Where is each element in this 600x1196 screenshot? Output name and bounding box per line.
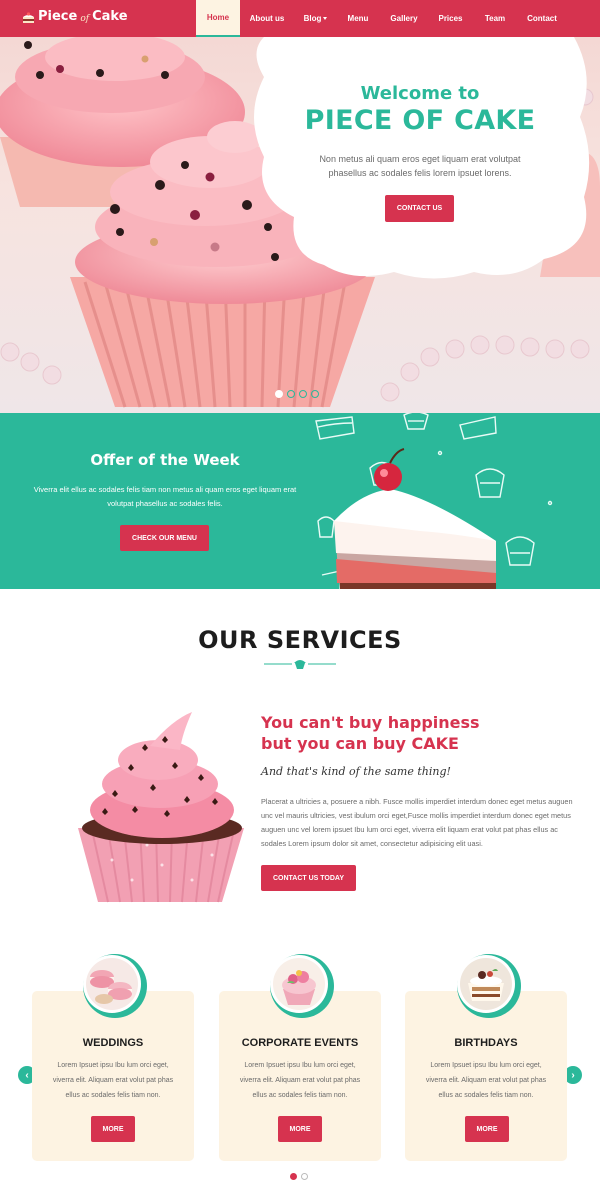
- nav-item-about-us[interactable]: About us: [240, 0, 294, 37]
- corporate-events-cupcake-image: [270, 954, 334, 1018]
- birthdays-more-button[interactable]: MORE: [465, 1116, 509, 1142]
- slide-dot-3[interactable]: [299, 390, 307, 398]
- nav-item-contact[interactable]: Contact: [518, 0, 566, 37]
- chevron-right-icon: ›: [571, 1069, 575, 1081]
- chevron-left-icon: ‹: [25, 1069, 29, 1081]
- nav-item-menu[interactable]: Menu: [337, 0, 379, 37]
- weddings-more-button[interactable]: MORE: [91, 1116, 135, 1142]
- tagline-line1: You can't buy happiness: [261, 713, 480, 732]
- services-page-dot-1[interactable]: [290, 1173, 297, 1180]
- nav-item-team[interactable]: Team: [472, 0, 518, 37]
- nav-label-prices: Prices: [438, 14, 463, 23]
- hero-description: Non metus ali quam eros eget liquam erat…: [319, 154, 521, 178]
- services-title: OUR SERVICES: [198, 626, 402, 654]
- weddings-description: Lorem Ipsuet ipsu Ibu lum orci eget, viv…: [52, 1062, 174, 1099]
- nav-label-home: Home: [206, 13, 230, 22]
- birthdays-title: BIRTHDAYS: [454, 1037, 518, 1049]
- hero-title-line1: Welcome to: [360, 83, 480, 104]
- slide-dot-4[interactable]: [311, 390, 319, 398]
- cake-slice-icon: [22, 11, 35, 23]
- nav-label-menu: Menu: [347, 14, 369, 23]
- check-our-menu-button[interactable]: CHECK OUR MENU: [120, 525, 209, 551]
- offer-description: Viverra elit ellus ac sodales felis tiam…: [33, 485, 297, 508]
- site-logo[interactable]: Piece of Cake: [22, 9, 128, 24]
- offer-title: Offer of the Week: [90, 451, 240, 469]
- corporate-events-description: Lorem Ipsuet ipsu Ibu lum orci eget, viv…: [239, 1062, 361, 1099]
- contact-us-today-button[interactable]: CONTACT US TODAY: [261, 865, 356, 891]
- main-menu: Home About us Blog Menu Gallery Prices T…: [196, 0, 566, 37]
- services-cupcake-image: [78, 712, 244, 903]
- hero-slider: Welcome to PIECE OF CAKE Non metus ali q…: [0, 37, 600, 413]
- nav-item-blog[interactable]: Blog: [294, 0, 337, 37]
- services-pagination: [290, 1173, 308, 1180]
- slide-dot-2[interactable]: [287, 390, 295, 398]
- top-navbar: Piece of Cake Home About us Blog Menu Ga…: [0, 0, 600, 37]
- birthdays-description: Lorem Ipsuet ipsu Ibu lum orci eget, viv…: [425, 1062, 547, 1099]
- services-description: Placerat a ultricies a, posuere a nibh. …: [261, 797, 573, 848]
- nav-label-contact: Contact: [527, 14, 557, 23]
- tagline-line2: but you can buy CAKE: [261, 734, 459, 753]
- services-page-dot-2[interactable]: [301, 1173, 308, 1180]
- slide-dot-1[interactable]: [275, 390, 283, 398]
- nav-label-gallery: Gallery: [390, 14, 418, 23]
- caret-down-icon: [323, 17, 328, 20]
- subtagline: And that's kind of the same thing!: [261, 765, 451, 778]
- weddings-macarons-image: [83, 954, 147, 1018]
- hero-slide-dots: [275, 390, 319, 398]
- cake-slice-illustration: [315, 413, 553, 589]
- contact-us-button[interactable]: CONTACT US: [385, 195, 454, 222]
- nav-item-home[interactable]: Home: [196, 0, 240, 37]
- offer-of-the-week-section: Offer of the Week Viverra elit ellus ac …: [0, 413, 600, 589]
- nav-label-blog: Blog: [303, 14, 322, 23]
- corporate-events-title: CORPORATE EVENTS: [241, 1037, 359, 1049]
- corporate-events-more-button[interactable]: MORE: [278, 1116, 322, 1142]
- nav-item-prices[interactable]: Prices: [429, 0, 472, 37]
- logo-text-cake: Cake: [92, 9, 128, 24]
- nav-label-team: Team: [484, 14, 506, 23]
- birthdays-dessert-image: [457, 954, 521, 1018]
- hero-title-line2: PIECE OF CAKE: [304, 105, 536, 136]
- nav-item-gallery[interactable]: Gallery: [379, 0, 429, 37]
- weddings-title: WEDDINGS: [82, 1037, 144, 1049]
- nav-label-about-us: About us: [249, 14, 285, 23]
- logo-text-piece: Piece: [38, 9, 78, 24]
- logo-text-of: of: [80, 13, 90, 24]
- cupcake-icon: [264, 660, 336, 669]
